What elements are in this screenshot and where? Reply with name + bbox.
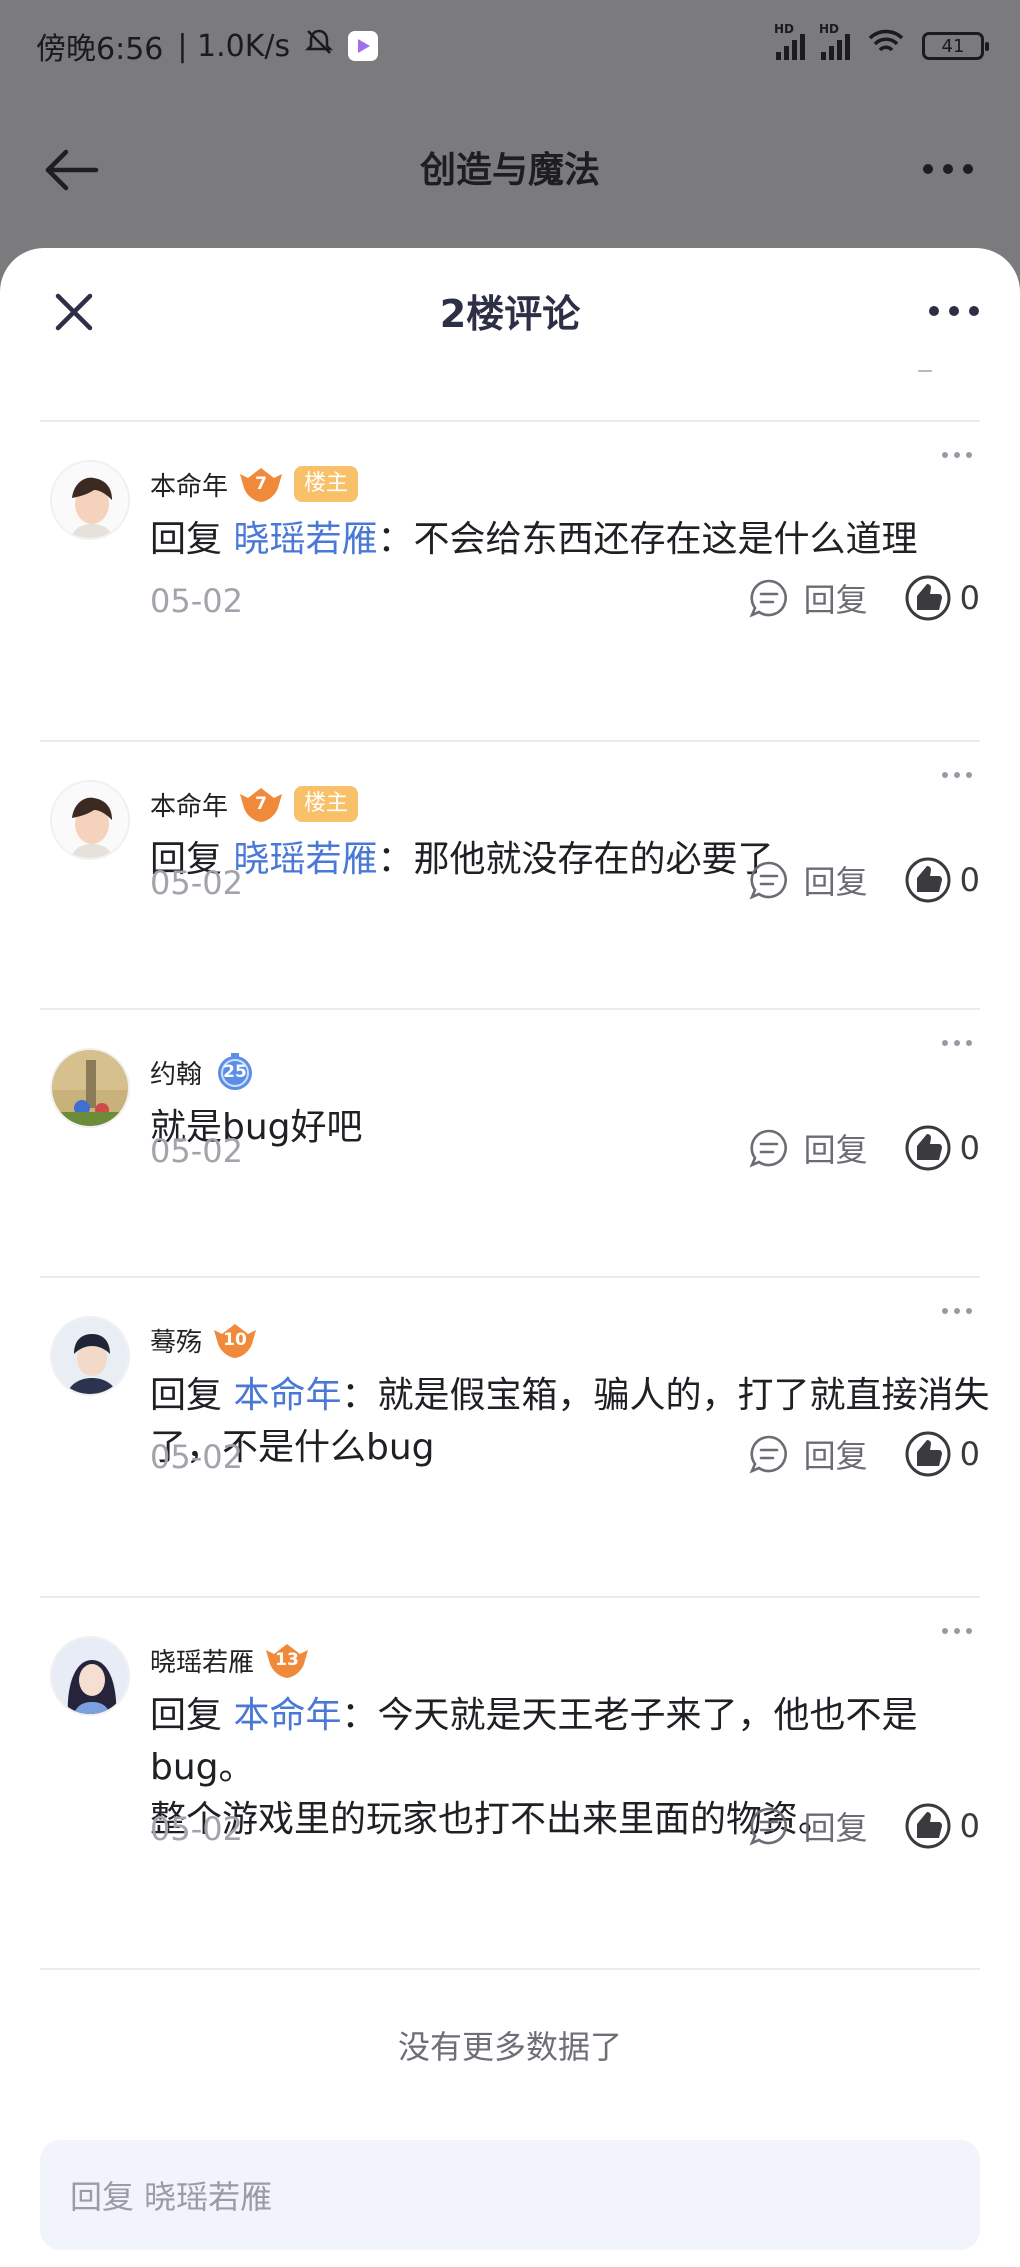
comment-date: 05-02 [150, 582, 243, 620]
comment-actions: 回复 0 [748, 1124, 980, 1172]
user-name[interactable]: 晓瑶若雁 [150, 1642, 254, 1679]
avatar[interactable] [50, 460, 130, 540]
comment-actions: 回复 0 [748, 1430, 980, 1478]
close-button[interactable] [48, 286, 100, 338]
reply-button[interactable]: 回复 [748, 857, 868, 903]
reply-icon [749, 861, 787, 900]
like-button[interactable]: 0 [904, 1802, 980, 1850]
avatar[interactable] [50, 1048, 130, 1128]
scroll-edge [918, 370, 932, 372]
comment-more-button[interactable] [942, 1628, 976, 1638]
reply-icon [749, 1435, 787, 1474]
user-name[interactable]: 蓦殇 [150, 1322, 202, 1359]
comment-date: 05-02 [150, 864, 243, 902]
comment-more-button[interactable] [942, 1040, 976, 1050]
divider [40, 1968, 980, 1970]
reply-input[interactable]: 回复 晓瑶若雁 [40, 2140, 980, 2250]
status-bar: 傍晚6:56 | 1.0K/s HD HD 41 [0, 0, 1020, 92]
comment-sheet: 2楼评论 本命年 7 楼主 回复 晓瑶若雁：不会给东西还存在这是什么道理 05-… [0, 248, 1020, 2267]
comment-actions: 回复 0 [748, 574, 980, 622]
status-right: HD HD 41 [774, 22, 989, 65]
like-icon [905, 1431, 951, 1477]
sheet-header: 2楼评论 [0, 248, 1020, 372]
reply-button[interactable]: 回复 [748, 575, 868, 621]
comment-more-button[interactable] [942, 452, 976, 462]
status-time: 傍晚6:56 [36, 32, 164, 67]
mention-link[interactable]: 晓瑶若雁 [233, 519, 377, 560]
avatar[interactable] [50, 1636, 130, 1716]
like-button[interactable]: 0 [904, 1124, 980, 1172]
status-speed: | 1.0K/s [177, 28, 291, 64]
page-title: 创造与魔法 [419, 150, 600, 191]
comment-date: 05-02 [150, 1132, 243, 1170]
comment-more-button[interactable] [942, 1308, 976, 1318]
name-row: 本命年 7 楼主 [150, 464, 359, 504]
like-button[interactable]: 0 [904, 574, 980, 622]
avatar[interactable] [50, 780, 130, 860]
like-icon [905, 857, 951, 903]
app-notification-icon [348, 31, 379, 61]
level-badge: 25 [212, 1052, 258, 1092]
user-name[interactable]: 本命年 [150, 466, 228, 503]
like-icon [905, 1125, 951, 1171]
comment-item: 晓瑶若雁 13 回复 本命年：今天就是天王老子来了，他也不是bug。 整个游戏里的… [40, 1598, 980, 1970]
close-icon [55, 293, 93, 331]
comment-actions: 回复 0 [748, 856, 980, 904]
user-name[interactable]: 本命年 [150, 786, 228, 823]
mention-link[interactable]: 本命年 [233, 1695, 341, 1736]
reply-icon [749, 1129, 787, 1168]
battery-icon: 41 [922, 32, 989, 60]
mention-link[interactable]: 本命年 [233, 1375, 341, 1416]
user-name[interactable]: 约翰 [150, 1054, 202, 1091]
reply-button[interactable]: 回复 [748, 1431, 868, 1477]
end-of-list-text: 没有更多数据了 [397, 2028, 622, 2066]
reply-icon [749, 1807, 787, 1846]
page-more-button[interactable] [918, 154, 978, 184]
comment-more-button[interactable] [942, 772, 976, 782]
like-icon [905, 575, 951, 621]
name-row: 约翰 25 [150, 1052, 258, 1092]
owner-tag: 楼主 [294, 786, 359, 822]
comment-date: 05-02 [150, 1810, 243, 1848]
comment-text: 回复 晓瑶若雁：不会给东西还存在这是什么道理 [150, 519, 918, 560]
battery-level: 41 [941, 35, 965, 57]
like-icon [905, 1803, 951, 1849]
mention-link[interactable]: 晓瑶若雁 [233, 839, 377, 880]
reply-button[interactable]: 回复 [748, 1125, 868, 1171]
like-button[interactable]: 0 [904, 1430, 980, 1478]
comment-item: 本命年 7 楼主 回复 晓瑶若雁：那他就没存在的必要了 05-02 回复 0 [40, 742, 980, 1010]
name-row: 蓦殇 10 [150, 1320, 258, 1360]
comment-actions: 回复 0 [748, 1802, 980, 1850]
arrow-left-icon [45, 149, 99, 191]
signal-icon: HD [774, 22, 805, 60]
name-row: 晓瑶若雁 13 [150, 1640, 310, 1680]
sheet-title: 2楼评论 [439, 291, 581, 336]
signal-icon-2: HD [819, 22, 850, 60]
comment-item: 本命年 7 楼主 回复 晓瑶若雁：不会给东西还存在这是什么道理 05-02 回复… [40, 422, 980, 742]
level-badge: 7 [238, 784, 284, 824]
sheet-more-button[interactable] [924, 296, 984, 326]
level-badge: 7 [238, 464, 284, 504]
avatar[interactable] [50, 1316, 130, 1396]
reply-button[interactable]: 回复 [748, 1803, 868, 1849]
comment-item: 蓦殇 10 回复 本命年：就是假宝箱，骗人的，打了就直接消失了，不是什么bug … [40, 1278, 990, 1598]
level-badge: 10 [212, 1320, 258, 1360]
wifi-icon [866, 27, 906, 65]
comment-date: 05-02 [150, 1438, 243, 1476]
like-button[interactable]: 0 [904, 856, 980, 904]
status-left: 傍晚6:56 | 1.0K/s [36, 24, 379, 68]
reply-icon [749, 579, 787, 618]
comment-item: 约翰 25 就是bug好吧 05-02 回复 0 [40, 1010, 980, 1278]
back-button[interactable] [42, 140, 102, 200]
level-badge: 13 [264, 1640, 310, 1680]
name-row: 本命年 7 楼主 [150, 784, 359, 824]
mute-icon [304, 27, 334, 65]
page-header: 创造与魔法 [0, 92, 1020, 242]
owner-tag: 楼主 [294, 466, 359, 502]
